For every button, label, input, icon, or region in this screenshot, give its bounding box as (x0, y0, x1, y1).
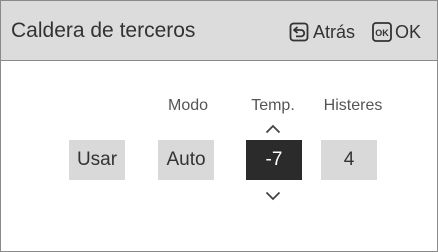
hysteresis-column-label: Histeres (323, 97, 383, 114)
chevron-up-icon[interactable] (265, 121, 281, 139)
ok-button[interactable]: OK OK (372, 21, 421, 43)
page-title: Caldera de terceros (11, 19, 196, 42)
ok-key-icon: OK (372, 22, 392, 42)
temp-column-label: Temp. (251, 97, 295, 114)
mode-column-label: Modo (167, 97, 209, 114)
mode-field[interactable]: Auto (158, 140, 214, 180)
back-arrow-icon (289, 22, 309, 42)
use-field[interactable]: Usar (69, 140, 125, 180)
header-bar: Caldera de terceros Atrás OK OK (1, 1, 437, 61)
chevron-down-icon[interactable] (265, 188, 281, 206)
controller-screen: Caldera de terceros Atrás OK OK Modo Tem (0, 0, 438, 252)
back-button[interactable]: Atrás (289, 21, 355, 43)
ok-key-text: OK (375, 28, 389, 38)
hysteresis-field[interactable]: 4 (321, 140, 377, 180)
temp-field[interactable]: -7 (246, 140, 302, 180)
back-label: Atrás (313, 21, 356, 42)
ok-label: OK (395, 21, 422, 42)
